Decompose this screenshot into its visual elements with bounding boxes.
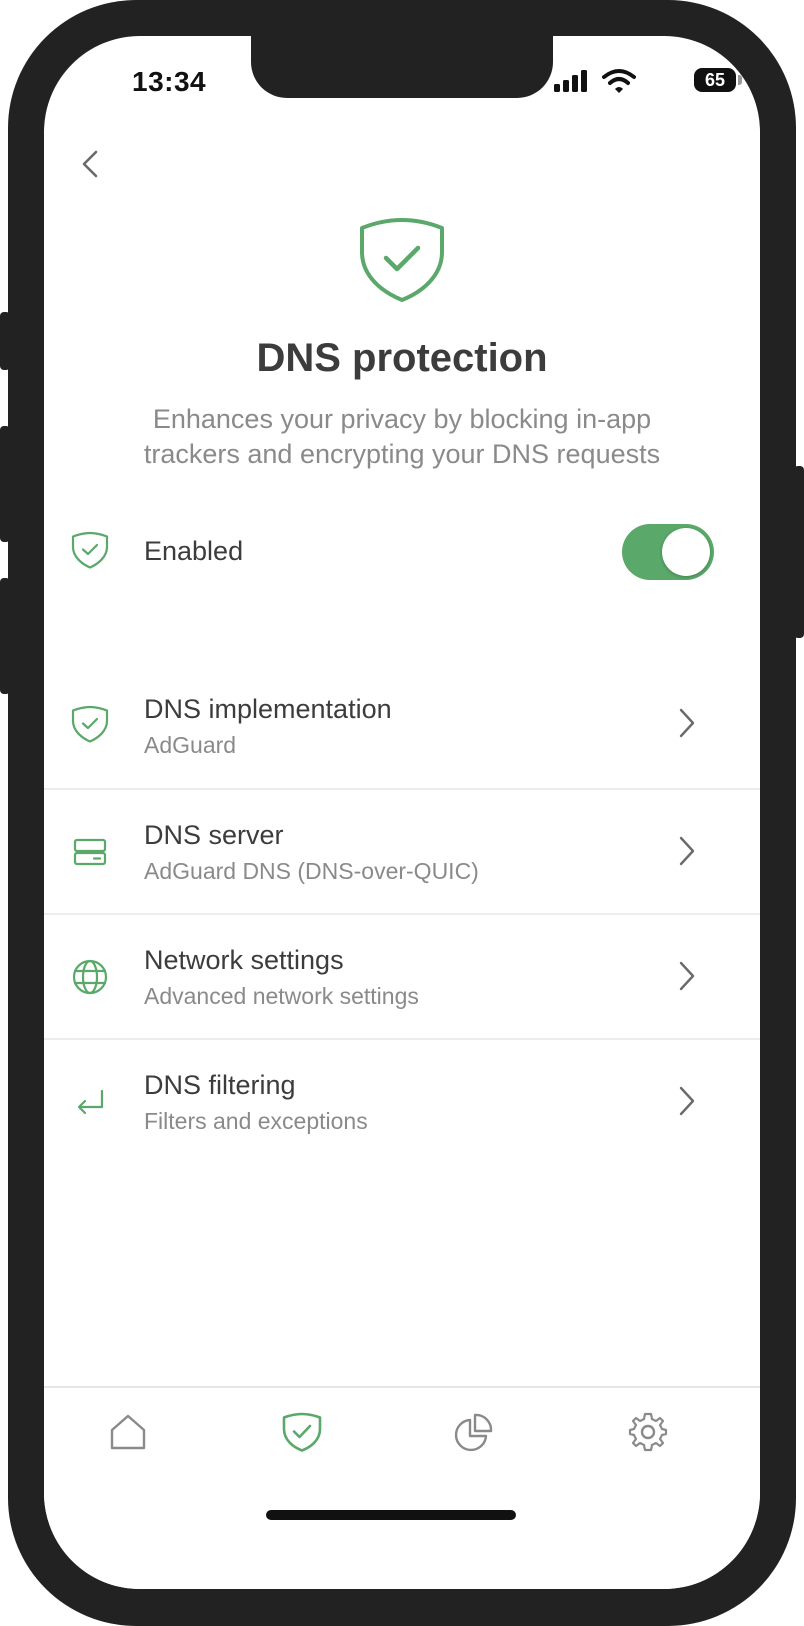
menu-item-dns-server[interactable]: DNS server AdGuard DNS (DNS-over-QUIC) [44,790,760,914]
shield-check-icon[interactable] [280,1410,324,1454]
chevron-right-icon [679,836,695,866]
menu-item-subtitle: Filters and exceptions [144,1108,368,1134]
toggle-knob [662,528,710,576]
tab-bar [44,1386,760,1589]
statistics-icon[interactable] [452,1410,496,1454]
chevron-left-icon[interactable] [72,144,112,184]
settings-gear-icon[interactable] [626,1410,670,1454]
signal-icon [554,70,587,92]
chevron-right-icon [679,708,695,738]
chevron-right-icon [679,961,695,991]
page-subtitle: Enhances your privacy by blocking in-app… [143,404,661,469]
chevron-right-icon [679,1086,695,1116]
menu-item-title: Network settings [144,945,344,975]
wifi-icon [602,69,636,93]
menu-item-title: DNS implementation [144,694,392,724]
home-icon[interactable] [106,1410,150,1454]
enabled-toggle[interactable] [622,524,714,580]
menu-item-dns-implementation[interactable]: DNS implementation AdGuard [44,656,760,788]
status-icons: 65 [554,66,754,98]
globe-icon [72,959,108,995]
server-icon [73,838,107,866]
battery-tip [738,75,742,85]
phone-screen: 13:34 65 DNS protection Enhances your pr… [44,36,760,1589]
menu-item-subtitle: Advanced network settings [144,983,419,1009]
menu-item-title: DNS filtering [144,1070,296,1100]
notch [251,36,553,98]
filter-arrow-icon [77,1089,104,1115]
shield-check-icon [360,218,444,302]
shield-check-icon [71,531,109,569]
shield-check-icon [71,705,109,743]
battery-level: 65 [704,70,726,90]
status-time: 13:34 [132,66,207,97]
menu-item-subtitle: AdGuard [144,732,237,758]
menu-item-dns-filtering[interactable]: DNS filtering Filters and exceptions [44,1040,760,1164]
battery-icon: 65 [694,68,736,92]
home-indicator [266,1510,516,1520]
enabled-label: Enabled [144,536,244,566]
page-title: DNS protection [256,336,548,380]
menu-item-subtitle: AdGuard DNS (DNS-over-QUIC) [144,858,479,884]
menu-item-title: DNS server [144,820,284,850]
menu-item-network-settings[interactable]: Network settings Advanced network settin… [44,915,760,1039]
